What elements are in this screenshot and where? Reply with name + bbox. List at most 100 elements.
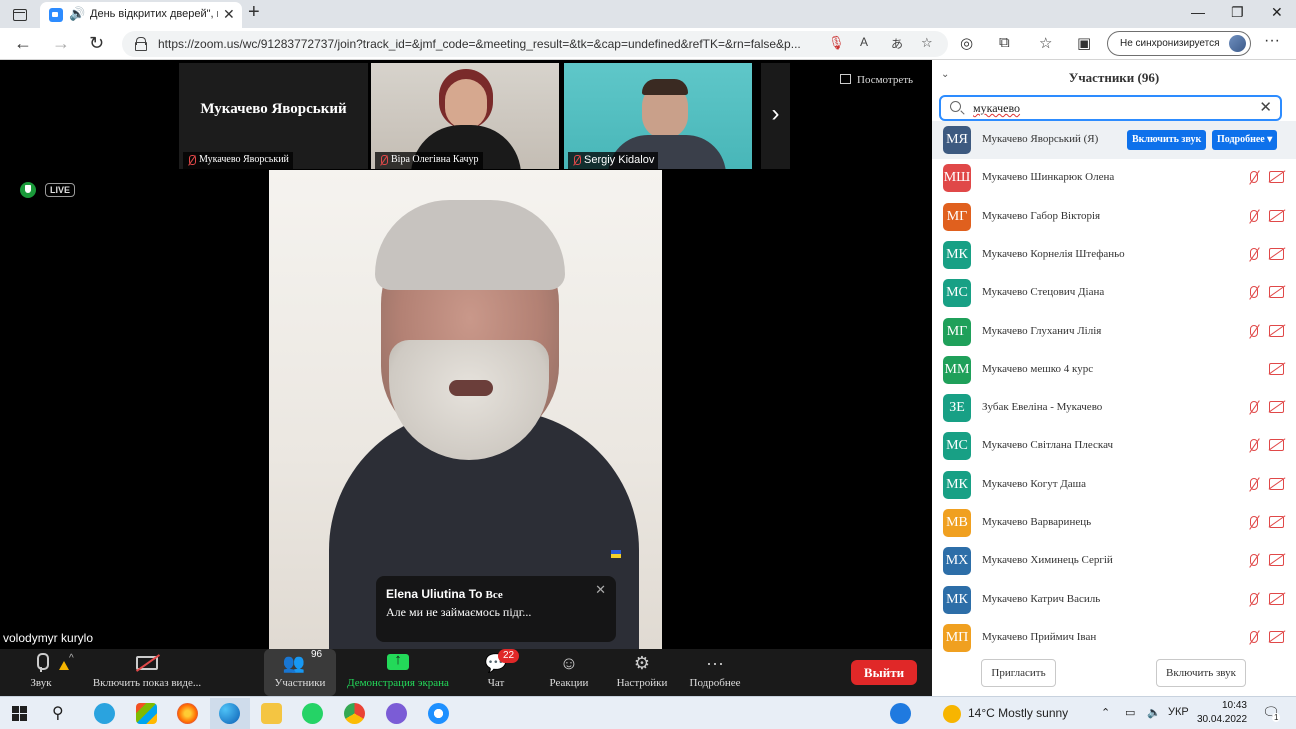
file-explorer-icon[interactable] (261, 703, 282, 724)
close-window-icon[interactable]: ✕ (1271, 4, 1283, 21)
clock-date: 30.04.2022 (1197, 714, 1248, 725)
meeting-controls: Звук ^ Включить показ виде... 👥 96 Участ… (0, 649, 932, 696)
mic-muted-icon (1247, 553, 1261, 569)
participant-row[interactable]: МШ Мукачево Шинкарюк Олена (932, 159, 1296, 197)
favorite-star-icon[interactable]: ☆ (921, 35, 933, 51)
participant-row[interactable]: МК Мукачево Катрич Василь (932, 581, 1296, 619)
next-page-button[interactable]: › (761, 63, 790, 169)
back-icon[interactable]: ← (14, 33, 32, 54)
clock[interactable]: 10:43 30.04.2022 (1197, 699, 1247, 727)
participant-row[interactable]: МВ Мукачево Варваринець (932, 504, 1296, 542)
telegram-icon[interactable] (94, 703, 115, 724)
network-icon[interactable]: ▭ (1125, 706, 1135, 719)
participant-row[interactable]: МК Мукачево Корнелія Штефаньо (932, 236, 1296, 274)
participant-row[interactable]: МК Мукачево Когут Даша (932, 466, 1296, 504)
camera-off-icon (1269, 171, 1284, 184)
mic-blocked-icon[interactable]: 🎙 (828, 35, 845, 51)
camera-off-icon (136, 656, 158, 670)
weather-sun-icon[interactable] (943, 705, 961, 723)
windows-start-icon[interactable] (12, 706, 27, 721)
refresh-icon[interactable]: ↻ (89, 33, 104, 54)
participant-search-input[interactable]: мукачево ✕ (939, 95, 1282, 121)
video-tile[interactable]: Віра Олегівна Качур (371, 63, 559, 169)
start-video-button[interactable]: Включить показ виде... (88, 649, 206, 696)
search-value[interactable]: мукачево (973, 101, 1020, 116)
share-screen-icon (387, 651, 409, 670)
encryption-shield-icon[interactable] (20, 182, 36, 198)
language-indicator[interactable]: УКР (1168, 706, 1189, 718)
volume-muted-icon[interactable]: 🔈 (1147, 706, 1161, 719)
read-aloud-icon[interactable]: A (860, 35, 868, 49)
mic-muted-icon (187, 155, 196, 166)
tab-actions-icon[interactable] (8, 4, 30, 24)
address-bar[interactable]: https://zoom.us/wc/91283772737/join?trac… (122, 31, 948, 57)
search-icon[interactable]: ⚲ (52, 703, 64, 723)
participant-row[interactable]: МС Мукачево Світлана Плескач (932, 427, 1296, 465)
browser-menu-icon[interactable]: ··· (1264, 32, 1280, 50)
participant-row[interactable]: МГ Мукачево Глуханич Лілія (932, 313, 1296, 351)
weather-text[interactable]: 14°C Mostly sunny (968, 706, 1068, 720)
share-screen-button[interactable]: Демонстрация экрана (344, 649, 452, 696)
browser-tab[interactable]: 🔊 День відкритих дверей", к ✕ (40, 2, 242, 28)
leave-button[interactable]: Выйти (851, 660, 917, 685)
store-icon[interactable] (136, 703, 157, 724)
participant-name: Мукачево Габор Вікторія (982, 209, 1101, 222)
participant-row[interactable]: ММ Мукачево мешко 4 курс (932, 351, 1296, 389)
live-badge[interactable]: LIVE (45, 183, 76, 197)
invite-button[interactable]: Пригласить (981, 659, 1056, 687)
video-tile[interactable]: Мукачево Яворський Мукачево Яворський (179, 63, 368, 169)
close-tab-icon[interactable]: ✕ (223, 6, 235, 23)
edge-icon[interactable] (219, 703, 240, 724)
participants-button[interactable]: 👥 96 Участники (264, 649, 336, 696)
speaker-icon[interactable]: 🔊 (69, 6, 85, 22)
unmute-participant-button[interactable]: Включить звук (1127, 130, 1207, 150)
settings-button[interactable]: ⚙ Настройки (612, 649, 672, 696)
participant-row[interactable]: МП Мукачево Приймич Іван (932, 619, 1296, 657)
participants-count: 96 (311, 649, 323, 660)
internet-explorer-icon[interactable] (428, 703, 449, 724)
new-tab-icon[interactable]: + (248, 1, 260, 24)
extensions-icon[interactable]: ⧉ (999, 34, 1010, 51)
chrome-icon[interactable] (344, 703, 365, 724)
whatsapp-icon[interactable] (302, 703, 323, 724)
participant-row[interactable]: ЗЕ Зубак Евеліна - Мукачево (932, 389, 1296, 427)
participant-more-button[interactable]: Подробнее ▾ (1212, 130, 1278, 150)
view-button[interactable]: Посмотреть (840, 74, 913, 86)
favorites-icon[interactable]: ☆ (1039, 34, 1052, 52)
help-icon[interactable] (890, 703, 911, 724)
tray-chevron-icon[interactable]: ⌃ (1101, 706, 1110, 719)
clock-time: 10:43 (1221, 700, 1247, 711)
camera-off-icon (1269, 401, 1284, 414)
participant-row[interactable]: МЯ Мукачево Яворський (Я) Включить звук Под… (932, 121, 1296, 159)
audio-options-chevron-icon[interactable]: ^ (69, 653, 74, 664)
ukraine-pin (611, 550, 621, 558)
firefox-icon[interactable] (177, 703, 198, 724)
reactions-button[interactable]: ☺ Реакции (544, 649, 594, 696)
translate-icon[interactable]: あ (891, 35, 903, 52)
minimize-icon[interactable]: — (1191, 4, 1205, 20)
participant-row[interactable]: МС Мукачево Стецович Діана (932, 274, 1296, 312)
participant-row[interactable]: МГ Мукачево Габор Вікторія (932, 198, 1296, 236)
chat-button[interactable]: 💬 22 Чат (472, 649, 520, 696)
lock-icon[interactable] (135, 37, 147, 51)
chat-notification[interactable]: Elena Uliutina To Все Але ми не займаємос… (376, 576, 616, 642)
unmute-all-button[interactable]: Включить звук (1156, 659, 1246, 687)
warning-icon (59, 661, 69, 670)
profile-sync-button[interactable]: Не синхронизируется (1107, 31, 1251, 56)
close-icon[interactable]: ✕ (595, 582, 606, 598)
camera-off-icon (1269, 439, 1284, 452)
clear-search-icon[interactable]: ✕ (1259, 98, 1272, 116)
address-url[interactable]: https://zoom.us/wc/91283772737/join?trac… (158, 37, 810, 51)
vpn-globe-icon[interactable]: ◎ (960, 34, 973, 52)
more-button[interactable]: ··· Подробнее (686, 649, 744, 696)
avatar: МК (943, 240, 971, 269)
participant-row[interactable]: МХ Мукачево Химинець Сергій (932, 542, 1296, 580)
audio-button[interactable]: Звук (15, 649, 69, 696)
collections-icon[interactable]: ▣ (1077, 34, 1091, 52)
avatar: МП (943, 623, 971, 652)
restore-icon[interactable]: ❐ (1231, 4, 1244, 21)
viber-icon[interactable] (386, 703, 407, 724)
tile-name-label: Мукачево Яворський (183, 152, 293, 169)
forward-icon[interactable]: → (52, 33, 70, 54)
video-tile[interactable]: Sergiy Kidalov (564, 63, 752, 169)
